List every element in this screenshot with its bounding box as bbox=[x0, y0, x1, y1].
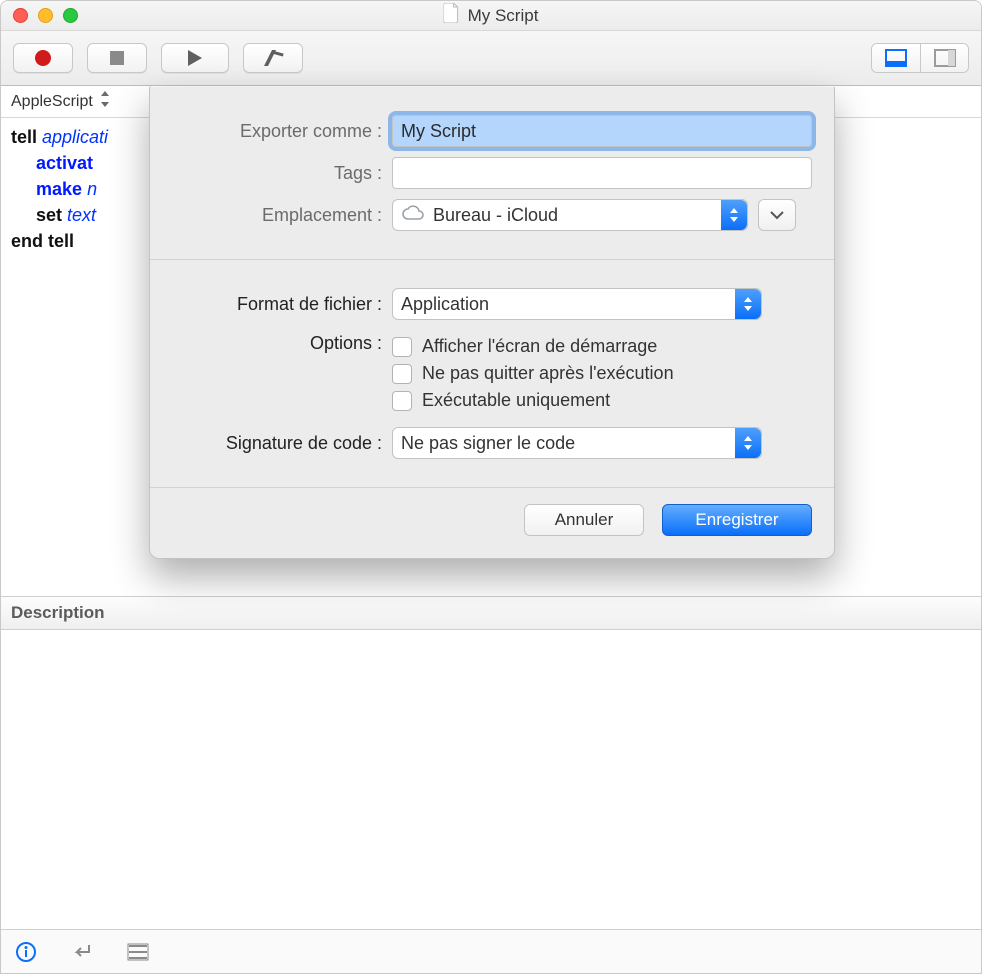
export-as-input[interactable] bbox=[392, 115, 812, 147]
window-title-text: My Script bbox=[468, 6, 539, 26]
record-button[interactable] bbox=[13, 43, 73, 73]
save-button[interactable]: Enregistrer bbox=[662, 504, 812, 536]
info-icon[interactable] bbox=[15, 941, 37, 963]
option-stay-open[interactable]: Ne pas quitter après l'exécution bbox=[392, 363, 812, 384]
description-header-label: Description bbox=[11, 603, 105, 623]
options-label: Options : bbox=[172, 330, 392, 354]
code-text: end tell bbox=[11, 231, 74, 251]
location-label: Emplacement : bbox=[172, 205, 392, 226]
code-text: text bbox=[67, 205, 96, 225]
code-sign-label: Signature de code : bbox=[172, 433, 392, 454]
export-sheet: Exporter comme : Tags : Emplacement : Bu… bbox=[149, 87, 835, 559]
option-run-only-label: Exécutable uniquement bbox=[422, 390, 610, 411]
popup-arrows-icon bbox=[735, 289, 761, 319]
code-text: applicati bbox=[42, 127, 108, 147]
minimize-window-button[interactable] bbox=[38, 8, 53, 23]
language-selector-label: AppleScript bbox=[11, 93, 93, 111]
code-text: set bbox=[36, 205, 67, 225]
code-text: tell bbox=[11, 127, 42, 147]
sheet-buttons: Annuler Enregistrer bbox=[150, 488, 834, 558]
popup-arrows-icon bbox=[735, 428, 761, 458]
file-format-popup[interactable]: Application bbox=[392, 288, 762, 320]
bottom-bar bbox=[1, 929, 981, 973]
stop-button[interactable] bbox=[87, 43, 147, 73]
popup-arrows-icon bbox=[721, 200, 747, 230]
description-body[interactable] bbox=[1, 630, 981, 930]
checkbox-icon bbox=[392, 337, 412, 357]
description-header: Description bbox=[1, 596, 981, 630]
cancel-button[interactable]: Annuler bbox=[524, 504, 644, 536]
code-sign-popup[interactable]: Ne pas signer le code bbox=[392, 427, 762, 459]
document-icon bbox=[444, 3, 460, 28]
option-show-startup[interactable]: Afficher l'écran de démarrage bbox=[392, 336, 812, 357]
run-button[interactable] bbox=[161, 43, 229, 73]
export-sheet-options: Format de fichier : Application Options … bbox=[150, 260, 834, 487]
option-show-startup-label: Afficher l'écran de démarrage bbox=[422, 336, 657, 357]
save-button-label: Enregistrer bbox=[695, 510, 778, 530]
expand-location-button[interactable] bbox=[758, 199, 796, 231]
option-stay-open-label: Ne pas quitter après l'exécution bbox=[422, 363, 674, 384]
code-sign-value: Ne pas signer le code bbox=[401, 433, 575, 454]
code-text: activat bbox=[36, 153, 93, 173]
tags-input[interactable] bbox=[392, 157, 812, 189]
zoom-window-button[interactable] bbox=[63, 8, 78, 23]
tags-label: Tags : bbox=[172, 163, 392, 184]
file-format-label: Format de fichier : bbox=[172, 294, 392, 315]
window-traffic-lights bbox=[1, 8, 78, 23]
checkbox-icon bbox=[392, 391, 412, 411]
code-text: n bbox=[87, 179, 97, 199]
toolbar bbox=[1, 31, 981, 86]
window-title: My Script bbox=[444, 3, 539, 28]
export-sheet-top: Exporter comme : Tags : Emplacement : Bu… bbox=[150, 87, 834, 259]
option-run-only[interactable]: Exécutable uniquement bbox=[392, 390, 812, 411]
language-selector[interactable]: AppleScript bbox=[1, 86, 151, 117]
location-value: Bureau - iCloud bbox=[433, 205, 558, 226]
checkbox-icon bbox=[392, 364, 412, 384]
compile-button[interactable] bbox=[243, 43, 303, 73]
cloud-icon bbox=[401, 205, 425, 226]
location-popup[interactable]: Bureau - iCloud bbox=[392, 199, 748, 231]
updown-icon bbox=[99, 91, 111, 112]
close-window-button[interactable] bbox=[13, 8, 28, 23]
view-mode-editor[interactable] bbox=[872, 44, 920, 72]
return-icon[interactable] bbox=[71, 942, 93, 962]
view-mode-log[interactable] bbox=[920, 44, 968, 72]
list-icon[interactable] bbox=[127, 943, 149, 961]
titlebar: My Script bbox=[1, 1, 981, 31]
export-as-label: Exporter comme : bbox=[172, 121, 392, 142]
file-format-value: Application bbox=[401, 294, 489, 315]
view-mode-segment bbox=[871, 43, 969, 73]
cancel-button-label: Annuler bbox=[555, 510, 614, 530]
code-text: make bbox=[36, 179, 87, 199]
